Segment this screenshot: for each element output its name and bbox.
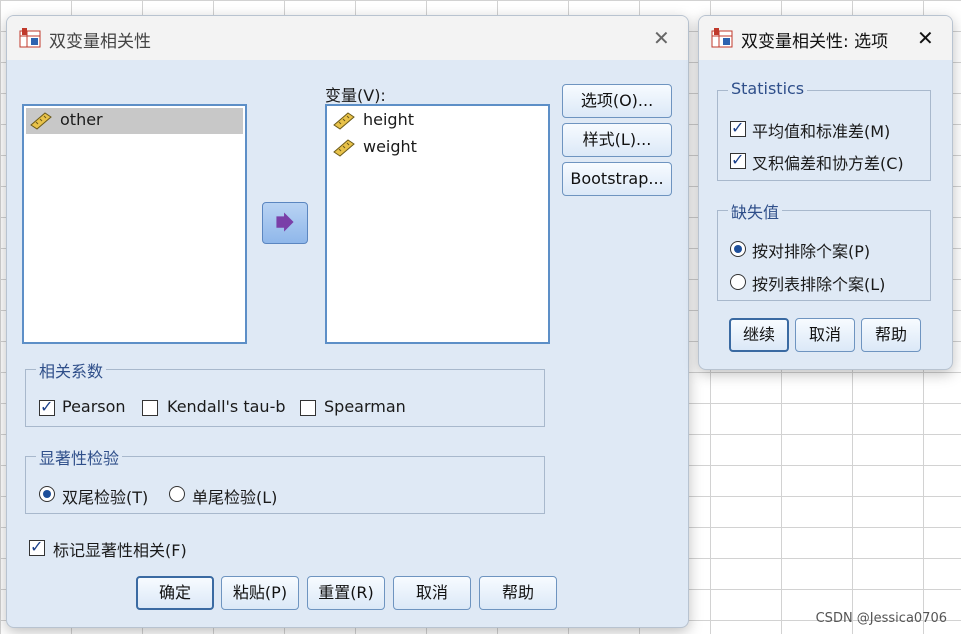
significance-test-group: 显著性检验 双尾检验(T) 单尾检验(L) (25, 445, 545, 514)
reset-button[interactable]: 重置(R) (307, 576, 385, 610)
two-tailed-label[interactable]: 双尾检验(T) (62, 484, 148, 508)
listwise-exclude-radio[interactable] (730, 274, 746, 290)
group-legend: Statistics (728, 79, 808, 98)
ruler-icon (30, 112, 52, 130)
pairwise-exclude-radio[interactable] (730, 241, 746, 257)
missing-values-group: 缺失值 按对排除个案(P) 按列表排除个案(L) (717, 199, 931, 301)
help-button[interactable]: 帮助 (479, 576, 557, 610)
group-legend: 缺失值 (728, 199, 783, 223)
listwise-exclude-label[interactable]: 按列表排除个案(L) (752, 271, 885, 295)
group-legend: 相关系数 (36, 358, 107, 382)
list-item-label: height (363, 110, 414, 129)
paste-button[interactable]: 粘贴(P) (221, 576, 299, 610)
ruler-icon (333, 112, 355, 130)
radio-dot (734, 245, 742, 253)
mean-stddev-label[interactable]: 平均值和标准差(M) (752, 118, 890, 142)
ruler-icon (333, 139, 355, 157)
close-icon[interactable]: ✕ (917, 26, 934, 50)
bootstrap-button[interactable]: Bootstrap... (562, 162, 672, 196)
cancel-button[interactable]: 取消 (795, 318, 855, 352)
cross-product-checkbox[interactable]: ✓ (730, 150, 746, 169)
check-icon: ✓ (30, 537, 44, 556)
list-item-label: weight (363, 137, 417, 156)
dialog-title: 双变量相关性 (49, 32, 151, 52)
ok-button[interactable]: 确定 (136, 576, 214, 610)
list-item[interactable]: height (329, 108, 546, 134)
radio-dot (43, 490, 51, 498)
help-button[interactable]: 帮助 (861, 318, 921, 352)
spearman-label[interactable]: Spearman (324, 397, 406, 416)
app-icon (711, 28, 733, 48)
close-icon[interactable]: ✕ (653, 26, 670, 50)
pairwise-exclude-label[interactable]: 按对排除个案(P) (752, 238, 870, 262)
one-tailed-radio[interactable] (169, 486, 185, 502)
check-icon: ✓ (40, 397, 54, 416)
two-tailed-radio[interactable] (39, 486, 55, 502)
move-variable-button[interactable] (262, 202, 308, 244)
continue-button[interactable]: 继续 (729, 318, 789, 352)
title-bar[interactable]: 双变量相关性 ✕ (7, 16, 688, 60)
pearson-label[interactable]: Pearson (62, 397, 126, 416)
pearson-checkbox[interactable]: ✓ (39, 397, 55, 416)
options-button[interactable]: 选项(O)... (562, 84, 672, 118)
mean-stddev-checkbox[interactable]: ✓ (730, 118, 746, 137)
app-icon (19, 28, 41, 48)
flag-significant-checkbox[interactable]: ✓ (29, 537, 45, 556)
cancel-button[interactable]: 取消 (393, 576, 471, 610)
arrow-right-icon (276, 212, 294, 232)
correlation-options-dialog: 双变量相关性: 选项 ✕ Statistics ✓ 平均值和标准差(M) ✓ 叉… (698, 15, 953, 370)
one-tailed-label[interactable]: 单尾检验(L) (192, 484, 277, 508)
bivariate-correlation-dialog: 双变量相关性 ✕ other 变量(V): height weight 选项(O… (6, 15, 689, 628)
cross-product-label[interactable]: 叉积偏差和协方差(C) (752, 150, 904, 174)
list-item[interactable]: weight (329, 135, 546, 161)
spearman-checkbox[interactable] (300, 400, 316, 416)
target-variable-list[interactable]: height weight (325, 104, 550, 344)
check-icon: ✓ (731, 118, 745, 137)
title-bar[interactable]: 双变量相关性: 选项 ✕ (699, 16, 952, 60)
correlation-coefficients-group: 相关系数 ✓ Pearson Kendall's tau-b Spearman (25, 358, 545, 427)
dialog-title: 双变量相关性: 选项 (741, 32, 889, 52)
list-item[interactable]: other (26, 108, 243, 134)
group-legend: 显著性检验 (36, 445, 123, 469)
watermark: CSDN @Jessica0706 (815, 611, 947, 626)
source-variable-list[interactable]: other (22, 104, 247, 344)
flag-significant-label[interactable]: 标记显著性相关(F) (53, 537, 187, 561)
statistics-group: Statistics ✓ 平均值和标准差(M) ✓ 叉积偏差和协方差(C) (717, 79, 931, 181)
list-item-label: other (60, 110, 103, 129)
kendall-checkbox[interactable] (142, 400, 158, 416)
kendall-label[interactable]: Kendall's tau-b (167, 397, 286, 416)
check-icon: ✓ (731, 150, 745, 169)
style-button[interactable]: 样式(L)... (562, 123, 672, 157)
variables-label: 变量(V): (325, 86, 386, 105)
